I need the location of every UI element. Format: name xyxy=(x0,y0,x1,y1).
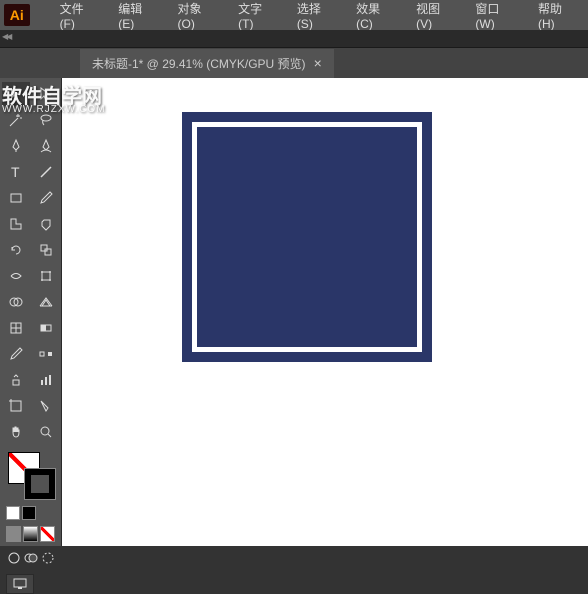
eyedropper-tool[interactable] xyxy=(2,342,30,366)
draw-normal-icon[interactable] xyxy=(6,550,21,566)
rotate-tool[interactable] xyxy=(2,238,30,262)
menu-edit[interactable]: 编辑(E) xyxy=(108,0,167,31)
line-tool[interactable] xyxy=(32,160,60,184)
stroke-color-swatch[interactable] xyxy=(24,468,56,500)
perspective-grid-tool[interactable] xyxy=(32,290,60,314)
zoom-tool[interactable] xyxy=(32,420,60,444)
free-transform-tool[interactable] xyxy=(32,264,60,288)
document-tabbar: 未标题-1* @ 29.41% (CMYK/GPU 预览) × xyxy=(0,48,588,78)
direct-selection-tool[interactable] xyxy=(32,82,60,106)
menu-type[interactable]: 文字(T) xyxy=(228,0,287,31)
paintbrush-tool[interactable] xyxy=(32,186,60,210)
hand-tool[interactable] xyxy=(2,420,30,444)
selection-tool[interactable] xyxy=(2,82,30,106)
gradient-mode-button[interactable] xyxy=(23,526,38,542)
close-tab-button[interactable]: × xyxy=(314,55,322,71)
eraser-tool[interactable] xyxy=(32,212,60,236)
menubar: Ai 文件(F) 编辑(E) 对象(O) 文字(T) 选择(S) 效果(C) 视… xyxy=(0,0,588,30)
menu-file[interactable]: 文件(F) xyxy=(50,0,109,31)
gradient-tool[interactable] xyxy=(32,316,60,340)
menu-effect[interactable]: 效果(C) xyxy=(346,0,406,31)
type-tool[interactable]: T xyxy=(2,160,30,184)
menu-select[interactable]: 选择(S) xyxy=(287,0,346,31)
rectangle-artwork[interactable] xyxy=(182,112,432,362)
width-tool[interactable] xyxy=(2,264,30,288)
artboard-tool[interactable] xyxy=(2,394,30,418)
menu-window[interactable]: 窗口(W) xyxy=(465,0,528,31)
rectangle-tool[interactable] xyxy=(2,186,30,210)
menu-object[interactable]: 对象(O) xyxy=(168,0,229,31)
scale-tool[interactable] xyxy=(32,238,60,262)
curvature-tool[interactable] xyxy=(32,134,60,158)
app-icon: Ai xyxy=(4,4,30,26)
pen-tool[interactable] xyxy=(2,134,30,158)
fill-stroke-section xyxy=(2,452,59,502)
default-fill-stroke-icon[interactable] xyxy=(6,506,20,520)
document-tab-title: 未标题-1* @ 29.41% (CMYK/GPU 预览) xyxy=(92,55,306,72)
swap-fill-stroke-icon[interactable] xyxy=(22,506,36,520)
none-mode-button[interactable] xyxy=(40,526,55,542)
rectangle-inner-stroke xyxy=(192,122,422,352)
svg-text:T: T xyxy=(11,164,20,180)
shaper-tool[interactable] xyxy=(2,212,30,236)
document-tab[interactable]: 未标题-1* @ 29.41% (CMYK/GPU 预览) × xyxy=(80,49,334,78)
menu-help[interactable]: 帮助(H) xyxy=(528,0,588,31)
blend-tool[interactable] xyxy=(32,342,60,366)
main-area: T xyxy=(0,78,588,546)
menu-view[interactable]: 视图(V) xyxy=(406,0,465,31)
shape-builder-tool[interactable] xyxy=(2,290,30,314)
slice-tool[interactable] xyxy=(32,394,60,418)
column-graph-tool[interactable] xyxy=(32,368,60,392)
draw-inside-icon[interactable] xyxy=(40,550,55,566)
canvas[interactable] xyxy=(62,78,588,546)
mesh-tool[interactable] xyxy=(2,316,30,340)
screen-mode-button[interactable] xyxy=(6,574,34,594)
symbol-sprayer-tool[interactable] xyxy=(2,368,30,392)
control-panel-strip xyxy=(0,30,588,48)
watermark-url: WWW.RJZXW.COM xyxy=(2,104,106,115)
draw-behind-icon[interactable] xyxy=(23,550,38,566)
color-mode-button[interactable] xyxy=(6,526,21,542)
tools-panel: T xyxy=(0,78,62,546)
